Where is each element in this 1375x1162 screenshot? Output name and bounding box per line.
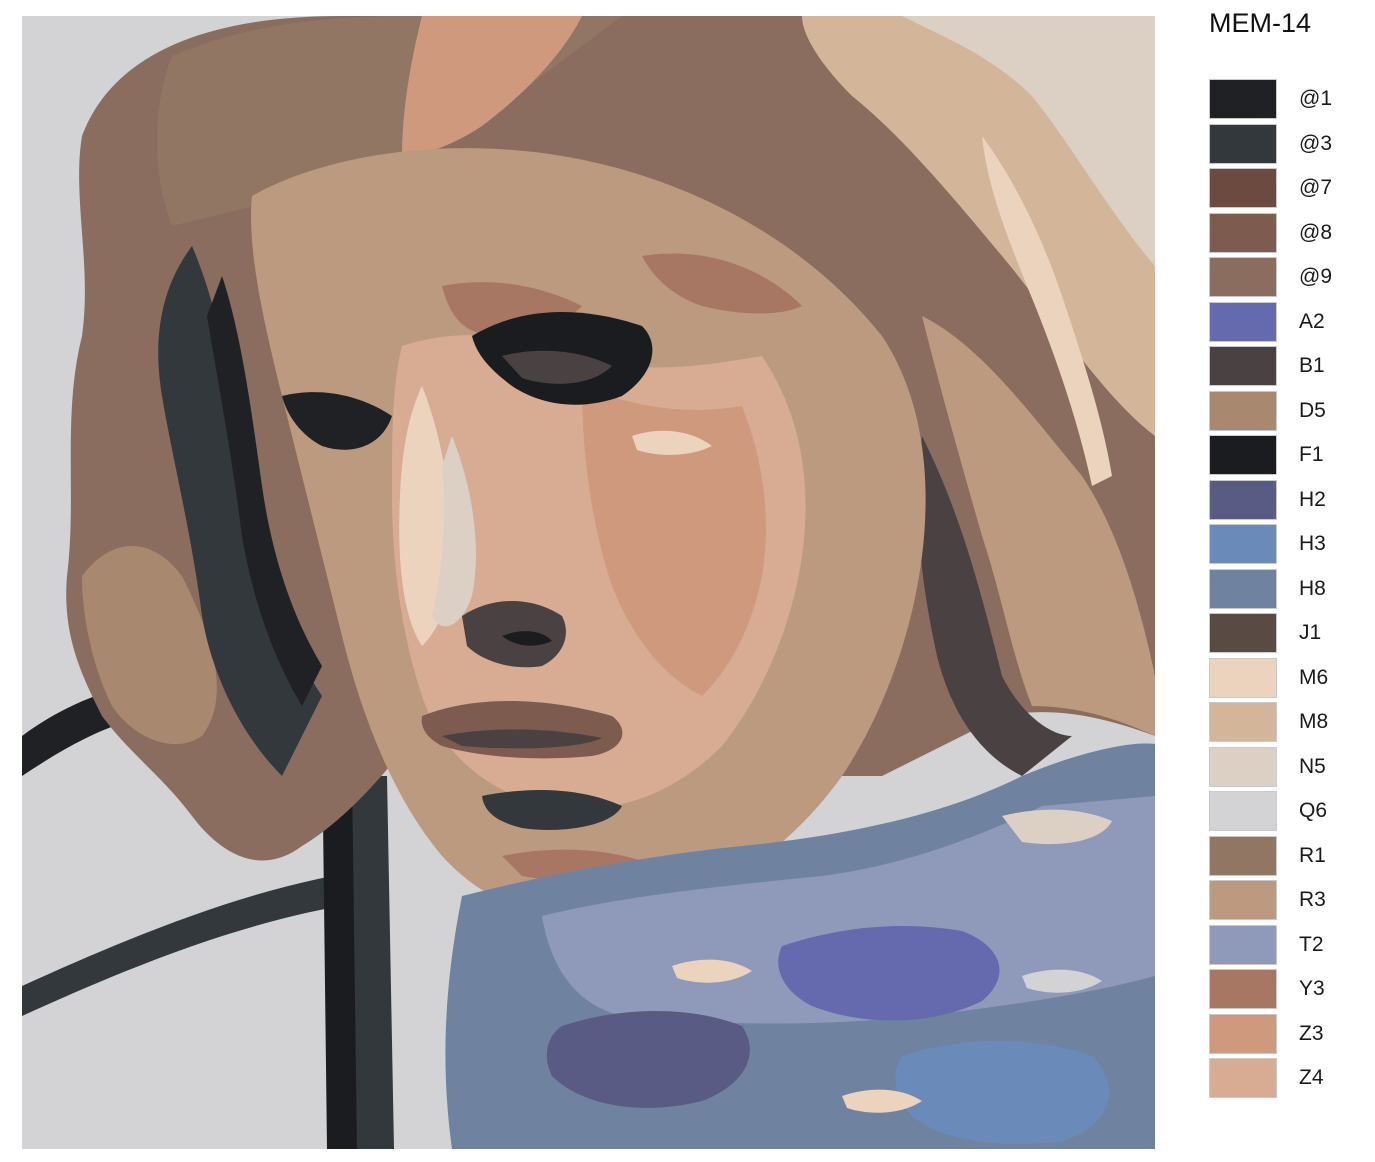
color-swatch (1209, 301, 1277, 342)
color-legend: @1 @3 @7 @8 @9 A2 B1 D5 F1 H2 H3 H8 J1 M… (1209, 79, 1359, 1109)
color-code-label: @8 (1299, 220, 1332, 244)
legend-row: N5 (1209, 746, 1359, 787)
color-code-label: F1 (1299, 443, 1324, 466)
product-code-title: MEM-14 (1209, 8, 1312, 38)
color-code-label: T2 (1299, 932, 1324, 956)
legend-row: T2 (1209, 924, 1359, 965)
color-code-label: N5 (1299, 754, 1326, 778)
color-swatch (1209, 568, 1277, 609)
color-code-label: H3 (1299, 532, 1326, 555)
legend-row: H3 (1209, 524, 1359, 564)
color-code-label: Z3 (1299, 1021, 1324, 1045)
color-swatch (1209, 969, 1277, 1009)
color-swatch (1209, 79, 1277, 119)
color-swatch (1209, 702, 1277, 742)
color-swatch (1209, 657, 1277, 698)
color-code-label: D5 (1299, 398, 1326, 422)
color-code-label: Q6 (1299, 799, 1328, 822)
color-code-label: M6 (1299, 665, 1329, 689)
color-code-label: H2 (1299, 487, 1326, 511)
color-swatch (1209, 791, 1277, 831)
color-swatch (1209, 924, 1277, 965)
legend-row: D5 (1209, 390, 1359, 431)
color-swatch (1209, 123, 1277, 164)
legend-row: @7 (1209, 168, 1359, 208)
color-code-label: @7 (1299, 176, 1332, 199)
color-swatch (1209, 613, 1277, 653)
color-code-label: H8 (1299, 576, 1326, 600)
legend-row: B1 (1209, 346, 1359, 386)
color-swatch (1209, 524, 1277, 564)
color-swatch (1209, 212, 1277, 253)
color-code-label: J1 (1299, 621, 1322, 644)
legend-row: Z3 (1209, 1013, 1359, 1054)
legend-row: R1 (1209, 835, 1359, 876)
color-code-label: @9 (1299, 265, 1332, 288)
legend-row: @9 (1209, 257, 1359, 297)
legend-row: A2 (1209, 301, 1359, 342)
legend-row: @3 (1209, 123, 1359, 164)
color-code-label: @1 (1299, 87, 1332, 110)
color-swatch (1209, 1058, 1277, 1098)
color-code-label: M8 (1299, 710, 1329, 733)
color-swatch (1209, 835, 1277, 876)
color-code-label: @3 (1299, 131, 1332, 155)
color-swatch (1209, 257, 1277, 297)
legend-row: @8 (1209, 212, 1359, 253)
color-code-label: A2 (1299, 309, 1325, 333)
legend-row: H8 (1209, 568, 1359, 609)
legend-row: J1 (1209, 613, 1359, 653)
color-swatch (1209, 168, 1277, 208)
legend-row: Y3 (1209, 969, 1359, 1009)
legend-row: R3 (1209, 880, 1359, 920)
color-swatch (1209, 1013, 1277, 1054)
color-code-label: Z4 (1299, 1066, 1324, 1089)
color-swatch (1209, 390, 1277, 431)
legend-row: M8 (1209, 702, 1359, 742)
paint-by-number-artwork (22, 16, 1155, 1149)
legend-row: M6 (1209, 657, 1359, 698)
legend-row: H2 (1209, 479, 1359, 520)
color-code-label: R3 (1299, 888, 1326, 911)
color-code-label: R1 (1299, 843, 1326, 867)
color-swatch (1209, 880, 1277, 920)
legend-row: Z4 (1209, 1058, 1359, 1098)
color-swatch (1209, 346, 1277, 386)
color-code-label: Y3 (1299, 977, 1325, 1000)
legend-row: Q6 (1209, 791, 1359, 831)
color-swatch (1209, 746, 1277, 787)
color-swatch (1209, 435, 1277, 475)
legend-row: @1 (1209, 79, 1359, 119)
color-code-label: B1 (1299, 354, 1325, 377)
legend-row: F1 (1209, 435, 1359, 475)
color-swatch (1209, 479, 1277, 520)
